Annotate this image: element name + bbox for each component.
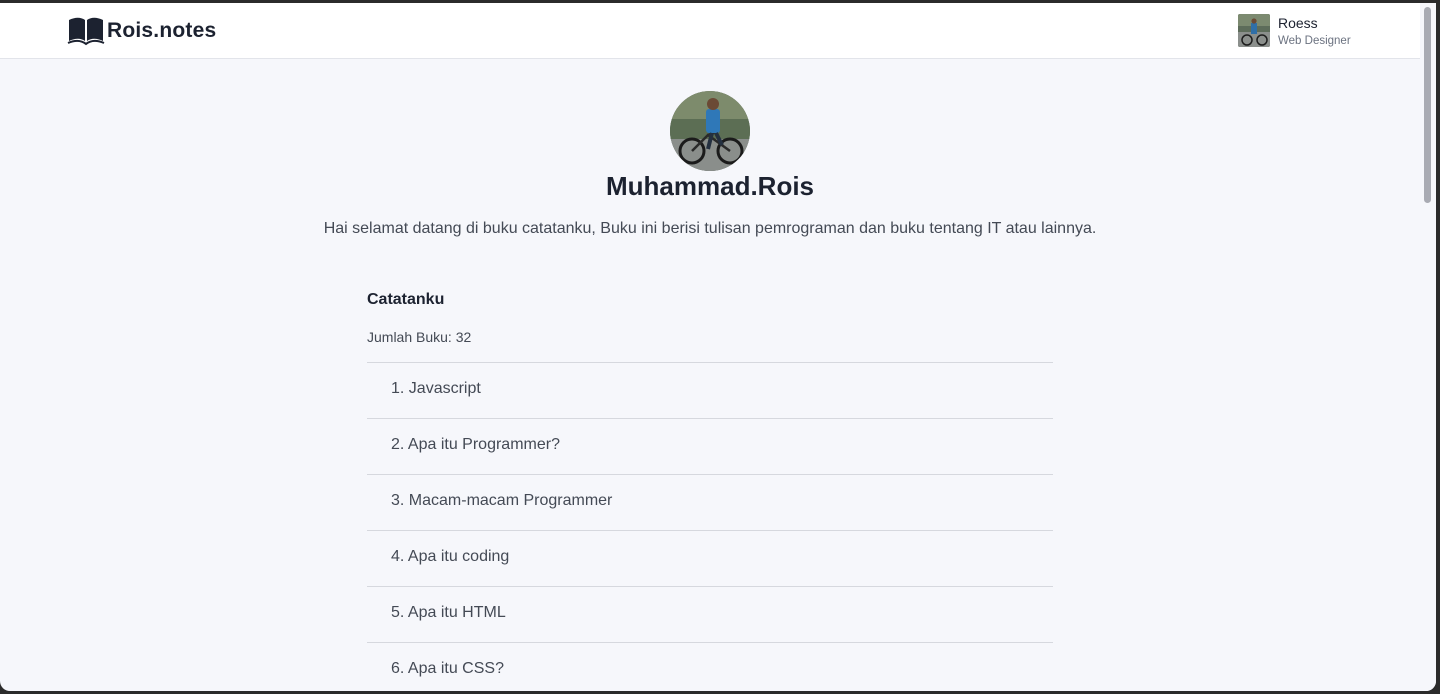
book-count: Jumlah Buku: 32	[367, 329, 472, 345]
profile-name: Muhammad.Rois	[605, 171, 815, 201]
note-item-css[interactable]: 6. Apa itu CSS?	[367, 643, 1053, 691]
note-item-coding[interactable]: 4. Apa itu coding	[367, 531, 1053, 587]
note-item-programmer[interactable]: 2. Apa itu Programmer?	[367, 419, 1053, 475]
user-info: Roess Web Designer	[1278, 14, 1351, 48]
browser-viewport: Rois.notes Roess Web Designer Muhammad.R…	[0, 3, 1436, 691]
brand-link[interactable]: Rois.notes	[67, 16, 216, 46]
note-list: 1. Javascript 2. Apa itu Programmer? 3. …	[367, 362, 1053, 691]
notes-title: Catatanku	[367, 291, 445, 308]
note-item-programmer-types[interactable]: 3. Macam-macam Programmer	[367, 475, 1053, 531]
note-item-javascript[interactable]: 1. Javascript	[367, 363, 1053, 419]
user-avatar	[1238, 14, 1270, 47]
user-profile-menu[interactable]: Roess Web Designer	[1238, 14, 1351, 48]
open-book-icon	[67, 17, 105, 46]
user-role: Web Designer	[1278, 35, 1351, 47]
profile-avatar	[670, 91, 750, 171]
notes-section: Catatanku Jumlah Buku: 32 1. Javascript …	[367, 291, 1053, 691]
user-name: Roess	[1278, 15, 1318, 31]
scrollbar-thumb[interactable]	[1424, 7, 1431, 203]
navbar: Rois.notes Roess Web Designer	[0, 3, 1420, 59]
brand-name: Rois.notes	[107, 19, 217, 42]
profile-description: Hai selamat datang di buku catatanku, Bu…	[323, 220, 1097, 237]
note-item-html[interactable]: 5. Apa itu HTML	[367, 587, 1053, 643]
